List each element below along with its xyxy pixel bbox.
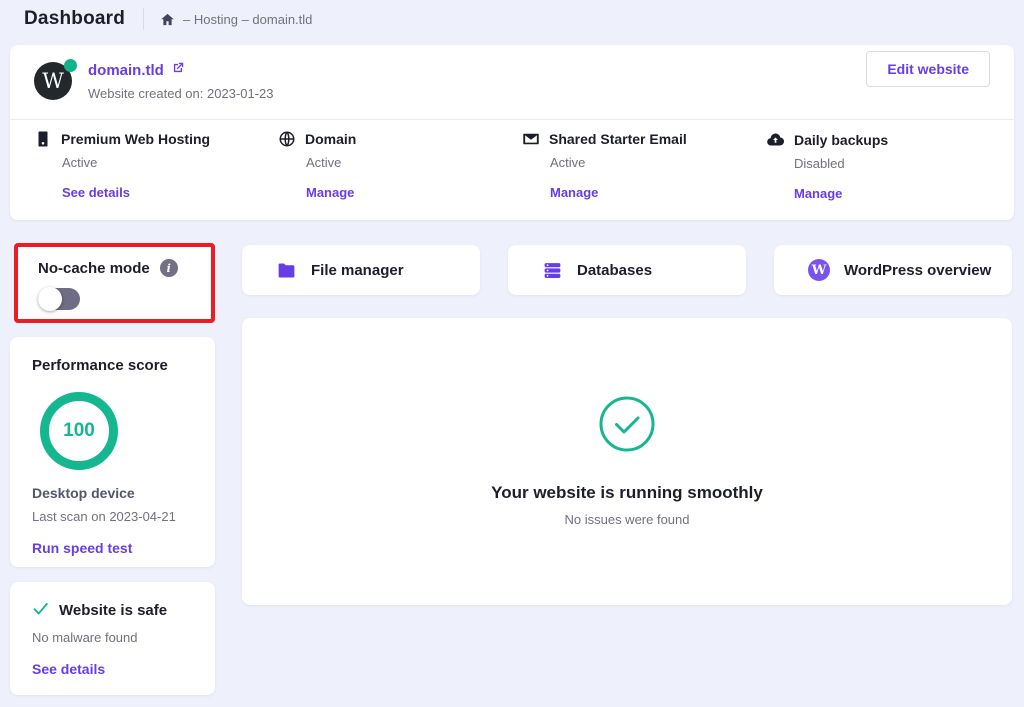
website-card: W domain.tld Website created on: 2023-01… bbox=[10, 45, 1014, 220]
safety-header: Website is safe bbox=[32, 600, 193, 621]
website-info: domain.tld Website created on: 2023-01-2… bbox=[88, 61, 274, 101]
server-icon bbox=[34, 130, 52, 148]
no-cache-header: No-cache mode i bbox=[38, 259, 211, 277]
domain-name: domain.tld bbox=[88, 62, 164, 79]
globe-icon bbox=[278, 130, 296, 148]
performance-score-card: Performance score 100 Desktop device Las… bbox=[10, 337, 215, 567]
breadcrumb[interactable]: – Hosting – domain.tld bbox=[160, 12, 312, 27]
performance-last-scan: Last scan on 2023-04-21 bbox=[32, 509, 193, 524]
service-name: Daily backups bbox=[794, 132, 888, 148]
top-bar: Dashboard – Hosting – domain.tld bbox=[0, 0, 1024, 38]
home-icon[interactable] bbox=[160, 12, 175, 27]
wordpress-logo-letter: W bbox=[42, 69, 64, 93]
wordpress-icon: W bbox=[808, 259, 830, 281]
service-name: Domain bbox=[305, 131, 356, 147]
status-title: Your website is running smoothly bbox=[491, 483, 763, 503]
service-domain-link[interactable]: Manage bbox=[306, 185, 522, 200]
page-title: Dashboard bbox=[24, 8, 125, 30]
no-cache-mode-card: No-cache mode i bbox=[14, 243, 215, 323]
domain-link[interactable]: domain.tld bbox=[88, 61, 274, 79]
service-status: Active bbox=[550, 155, 766, 170]
service-name: Shared Starter Email bbox=[549, 131, 687, 147]
service-domain: Domain Active Manage bbox=[278, 130, 522, 201]
toggle-knob bbox=[38, 287, 62, 311]
status-panel: Your website is running smoothly No issu… bbox=[242, 318, 1012, 605]
service-backups: Daily backups Disabled Manage bbox=[766, 130, 1010, 201]
cloud-icon bbox=[766, 130, 785, 149]
online-status-dot bbox=[64, 59, 77, 72]
website-row: W domain.tld Website created on: 2023-01… bbox=[10, 45, 1014, 101]
breadcrumb-text: – Hosting – domain.tld bbox=[183, 12, 312, 27]
service-email-header: Shared Starter Email bbox=[522, 130, 766, 148]
folder-icon bbox=[276, 260, 297, 281]
services-row: Premium Web Hosting Active See details D… bbox=[34, 130, 1010, 201]
safety-see-details-link[interactable]: See details bbox=[32, 661, 193, 677]
service-email: Shared Starter Email Active Manage bbox=[522, 130, 766, 201]
service-hosting-header: Premium Web Hosting bbox=[34, 130, 278, 148]
edit-website-button[interactable]: Edit website bbox=[866, 51, 990, 87]
run-speed-test-link[interactable]: Run speed test bbox=[32, 540, 193, 556]
service-hosting-link[interactable]: See details bbox=[62, 185, 278, 200]
safety-title: Website is safe bbox=[59, 602, 167, 619]
service-name: Premium Web Hosting bbox=[61, 131, 210, 147]
performance-score-value: 100 bbox=[63, 420, 95, 442]
performance-score-ring: 100 bbox=[40, 392, 118, 470]
performance-title: Performance score bbox=[32, 357, 193, 374]
performance-device: Desktop device bbox=[32, 485, 193, 501]
check-icon bbox=[32, 600, 49, 621]
service-backups-header: Daily backups bbox=[766, 130, 1010, 149]
wordpress-overview-label: WordPress overview bbox=[844, 262, 991, 279]
service-backups-link[interactable]: Manage bbox=[794, 186, 1010, 201]
wordpress-icon-letter: W bbox=[812, 263, 827, 278]
website-safety-card: Website is safe No malware found See det… bbox=[10, 582, 215, 695]
file-manager-card[interactable]: File manager bbox=[242, 245, 480, 295]
safety-subtitle: No malware found bbox=[32, 630, 193, 645]
mail-icon bbox=[522, 130, 540, 148]
database-icon bbox=[542, 260, 563, 281]
status-subtitle: No issues were found bbox=[564, 512, 689, 527]
check-circle-icon bbox=[599, 396, 655, 457]
header-divider bbox=[143, 8, 144, 30]
databases-card[interactable]: Databases bbox=[508, 245, 746, 295]
service-status: Active bbox=[306, 155, 522, 170]
no-cache-label: No-cache mode bbox=[38, 260, 150, 277]
no-cache-toggle[interactable] bbox=[38, 288, 80, 310]
info-icon[interactable]: i bbox=[160, 259, 178, 277]
wordpress-logo: W bbox=[34, 62, 72, 100]
file-manager-label: File manager bbox=[311, 262, 404, 279]
service-hosting: Premium Web Hosting Active See details bbox=[34, 130, 278, 201]
service-domain-header: Domain bbox=[278, 130, 522, 148]
databases-label: Databases bbox=[577, 262, 652, 279]
wordpress-overview-card[interactable]: W WordPress overview bbox=[774, 245, 1012, 295]
service-email-link[interactable]: Manage bbox=[550, 185, 766, 200]
service-status: Disabled bbox=[794, 156, 1010, 171]
website-created-date: Website created on: 2023-01-23 bbox=[88, 86, 274, 101]
external-link-icon bbox=[171, 61, 185, 79]
card-divider bbox=[10, 119, 1014, 120]
service-status: Active bbox=[62, 155, 278, 170]
